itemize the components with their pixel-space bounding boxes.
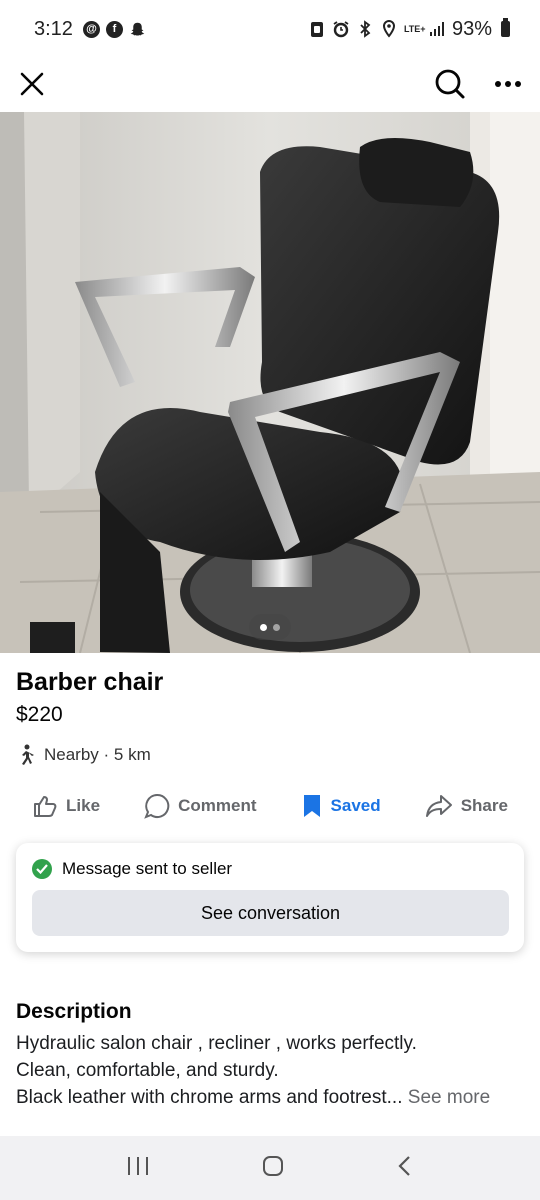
- status-left: 3:12 @ f: [34, 18, 147, 41]
- location-icon: [380, 20, 398, 38]
- like-label: Like: [66, 796, 101, 815]
- description-line-3: Black leather with chrome arms and footr…: [16, 1087, 490, 1109]
- like-button[interactable]: Like: [32, 793, 100, 819]
- network-type: LTE+: [403, 23, 426, 34]
- facebook-icon: f: [105, 20, 123, 38]
- see-more-link[interactable]: See more: [408, 1087, 490, 1108]
- bluetooth-icon: [356, 20, 374, 38]
- more-options-button[interactable]: [486, 62, 530, 106]
- back-button[interactable]: [397, 1155, 413, 1182]
- description-line-3-text: Black leather with chrome arms and footr…: [16, 1087, 403, 1108]
- share-button[interactable]: Share: [425, 794, 508, 818]
- snapchat-icon: [129, 20, 147, 38]
- search-button[interactable]: [428, 62, 472, 106]
- description-line-1: Hydraulic salon chair , recliner , works…: [16, 1033, 417, 1054]
- status-bar: 3:12 @ f LTE+ 93%: [0, 0, 540, 58]
- message-sent-card: Message sent to seller See conversation: [16, 843, 524, 952]
- status-right: LTE+ 93%: [308, 18, 510, 41]
- system-nav-bar: [0, 1136, 540, 1200]
- see-conversation-button[interactable]: See conversation: [32, 890, 509, 936]
- battery-icon: [501, 18, 510, 37]
- description-line-2: Clean, comfortable, and sturdy.: [16, 1060, 279, 1081]
- photo-pagination[interactable]: [249, 614, 291, 640]
- alarm-icon: [332, 20, 350, 38]
- message-status-text: Message sent to seller: [62, 859, 233, 878]
- saved-label: Saved: [330, 796, 381, 815]
- search-icon: [435, 69, 465, 99]
- message-status: Message sent to seller: [32, 859, 232, 879]
- share-icon: [425, 795, 452, 817]
- thumbs-up-icon: [34, 796, 57, 817]
- saved-button[interactable]: Saved: [301, 793, 381, 819]
- close-button[interactable]: [10, 62, 54, 106]
- comment-button[interactable]: Comment: [144, 793, 257, 819]
- back-icon: [398, 1155, 411, 1176]
- close-icon: [20, 72, 44, 96]
- battery-percent: 93%: [451, 17, 492, 40]
- listing-photo[interactable]: [0, 112, 540, 653]
- nfc-icon: [308, 20, 326, 38]
- location-text: Nearby · 5 km: [44, 745, 151, 764]
- barber-chair-image: [0, 112, 540, 653]
- comment-icon: [144, 793, 170, 819]
- listing-location: Nearby · 5 km: [16, 744, 151, 766]
- listing-title: Barber chair: [16, 668, 164, 696]
- share-label: Share: [460, 796, 508, 815]
- home-icon: [262, 1155, 283, 1176]
- top-nav: [0, 58, 540, 112]
- recent-apps-icon: [127, 1156, 148, 1175]
- signal-icon: [428, 20, 446, 38]
- action-bar: Like Comment Saved Share: [0, 784, 540, 828]
- comment-label: Comment: [178, 796, 257, 815]
- check-circle-icon: [32, 859, 52, 879]
- threads-icon: @: [82, 20, 100, 38]
- bookmark-icon: [303, 795, 320, 817]
- home-button[interactable]: [262, 1155, 284, 1182]
- listing-price: $220: [16, 703, 63, 726]
- photo-dot[interactable]: [273, 623, 280, 631]
- walking-person-icon: [22, 744, 34, 765]
- description-heading: Description: [16, 1000, 132, 1023]
- recent-apps-button[interactable]: [127, 1156, 149, 1181]
- photo-dot-active[interactable]: [260, 623, 267, 631]
- status-time: 3:12: [34, 17, 73, 40]
- more-icon: [495, 81, 521, 87]
